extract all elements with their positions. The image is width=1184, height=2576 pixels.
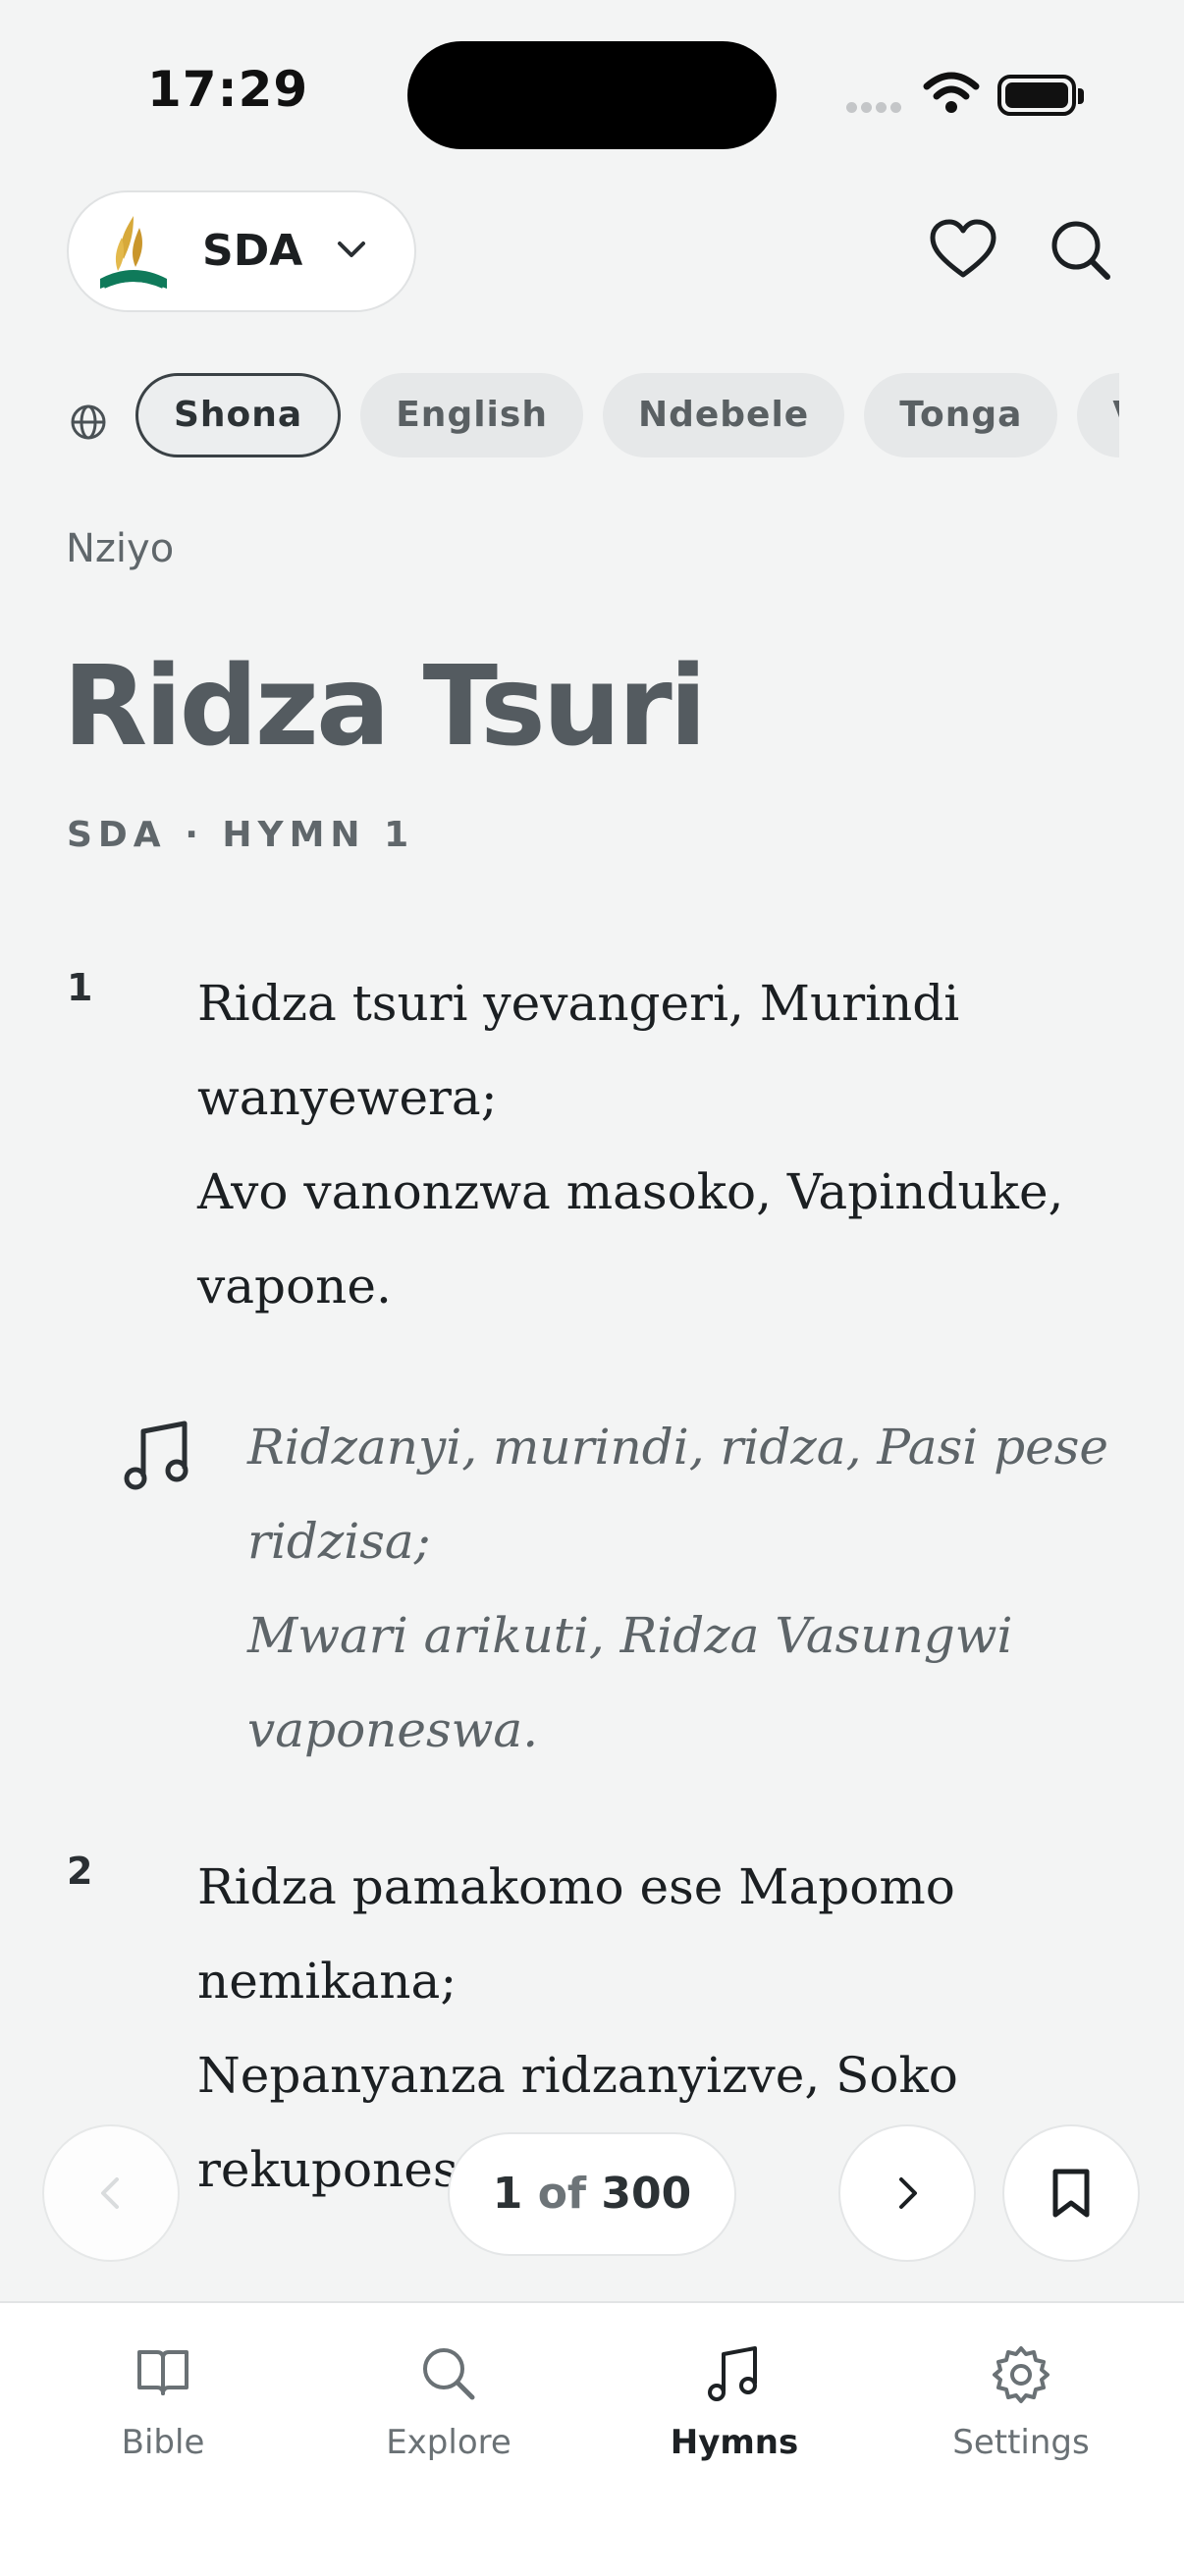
cellular-signal-icon [846, 98, 905, 117]
hymnal-name: SDA [202, 226, 303, 276]
previous-hymn-button[interactable] [42, 2124, 180, 2262]
tab-hymns[interactable]: Hymns [617, 2303, 852, 2499]
verse-number: 1 [67, 966, 93, 1009]
verse-number: 2 [67, 1850, 93, 1893]
tab-bible[interactable]: Bible [45, 2303, 281, 2499]
status-time: 17:29 [147, 61, 309, 118]
music-note-icon [617, 2344, 852, 2403]
language-chips: ShonaEnglishNdebeleTonga Venda [135, 373, 1119, 465]
verse-line: vapone. [197, 1258, 392, 1315]
verse-line: Ridza tsuri yevangeri, Murindi [197, 975, 960, 1032]
language-chip-venda[interactable]: Venda [1077, 373, 1119, 457]
chevron-right-icon [899, 2177, 917, 2209]
language-chip-tonga[interactable]: Tonga [864, 373, 1058, 457]
chorus-text: Ridzanyi, murindi, ridza, Pasi pese ridz… [247, 1400, 1151, 1777]
chevron-left-icon [101, 2177, 119, 2209]
hymnal-selector[interactable]: SDA [67, 190, 416, 312]
dynamic-island [407, 41, 777, 149]
chevron-down-icon [332, 230, 371, 273]
wifi-icon [923, 71, 980, 118]
chorus-line: vaponeswa. [247, 1701, 539, 1758]
language-chip-shona[interactable]: Shona [135, 373, 342, 457]
gear-icon [903, 2344, 1139, 2405]
bookmark-button[interactable] [1002, 2124, 1140, 2262]
tab-settings[interactable]: Settings [903, 2303, 1139, 2499]
book-icon [45, 2344, 281, 2399]
search-button[interactable] [1049, 218, 1113, 287]
tab-label: Bible [121, 2423, 205, 2462]
page-current: 1 [492, 2169, 523, 2219]
verse-line: Nepanyanza ridzanyizve, Soko [197, 2047, 958, 2104]
verse-line: nemikana; [197, 1953, 457, 2010]
chorus-line: Mwari arikuti, Ridza Vasungwi [247, 1607, 1013, 1664]
battery-cap [1078, 88, 1084, 104]
language-chip-ndebele[interactable]: Ndebele [602, 373, 845, 457]
battery-icon [997, 75, 1076, 116]
hymn-meta: SDA · HYMN 1 [67, 815, 415, 855]
verse-line: Avo vanonzwa masoko, Vapinduke, [197, 1163, 1064, 1220]
next-hymn-button[interactable] [838, 2124, 976, 2262]
chorus-line: ridzisa; [247, 1513, 431, 1570]
hymn-title: Ridza Tsuri [63, 643, 707, 771]
page-total: 300 [601, 2169, 692, 2219]
tab-label: Hymns [670, 2423, 799, 2462]
page-of-label: of [537, 2169, 587, 2219]
verse-line: wanyewera; [197, 1069, 498, 1126]
bookmark-icon [1052, 2169, 1090, 2218]
tab-label: Settings [952, 2423, 1090, 2462]
tab-explore[interactable]: Explore [331, 2303, 566, 2499]
search-icon [331, 2344, 566, 2403]
language-chip-english[interactable]: English [360, 373, 583, 457]
section-label: Nziyo [66, 526, 175, 571]
tab-label: Explore [386, 2423, 511, 2462]
favorites-button[interactable] [929, 218, 997, 285]
sda-flame-logo-icon [94, 210, 173, 300]
globe-icon [69, 402, 108, 446]
tab-bar: Bible Explore Hymns Settings [0, 2301, 1184, 2576]
verse-line: Ridza pamakomo ese Mapomo [197, 1858, 955, 1915]
verse-text: Ridza tsuri yevangeri, Murindi wanyewera… [197, 956, 1110, 1333]
chorus-line: Ridzanyi, murindi, ridza, Pasi pese [247, 1419, 1108, 1476]
search-icon [1051, 221, 1110, 280]
heart-icon [930, 219, 996, 278]
music-note-icon [124, 1418, 192, 1496]
page-counter[interactable]: 1 of 300 [448, 2132, 736, 2256]
